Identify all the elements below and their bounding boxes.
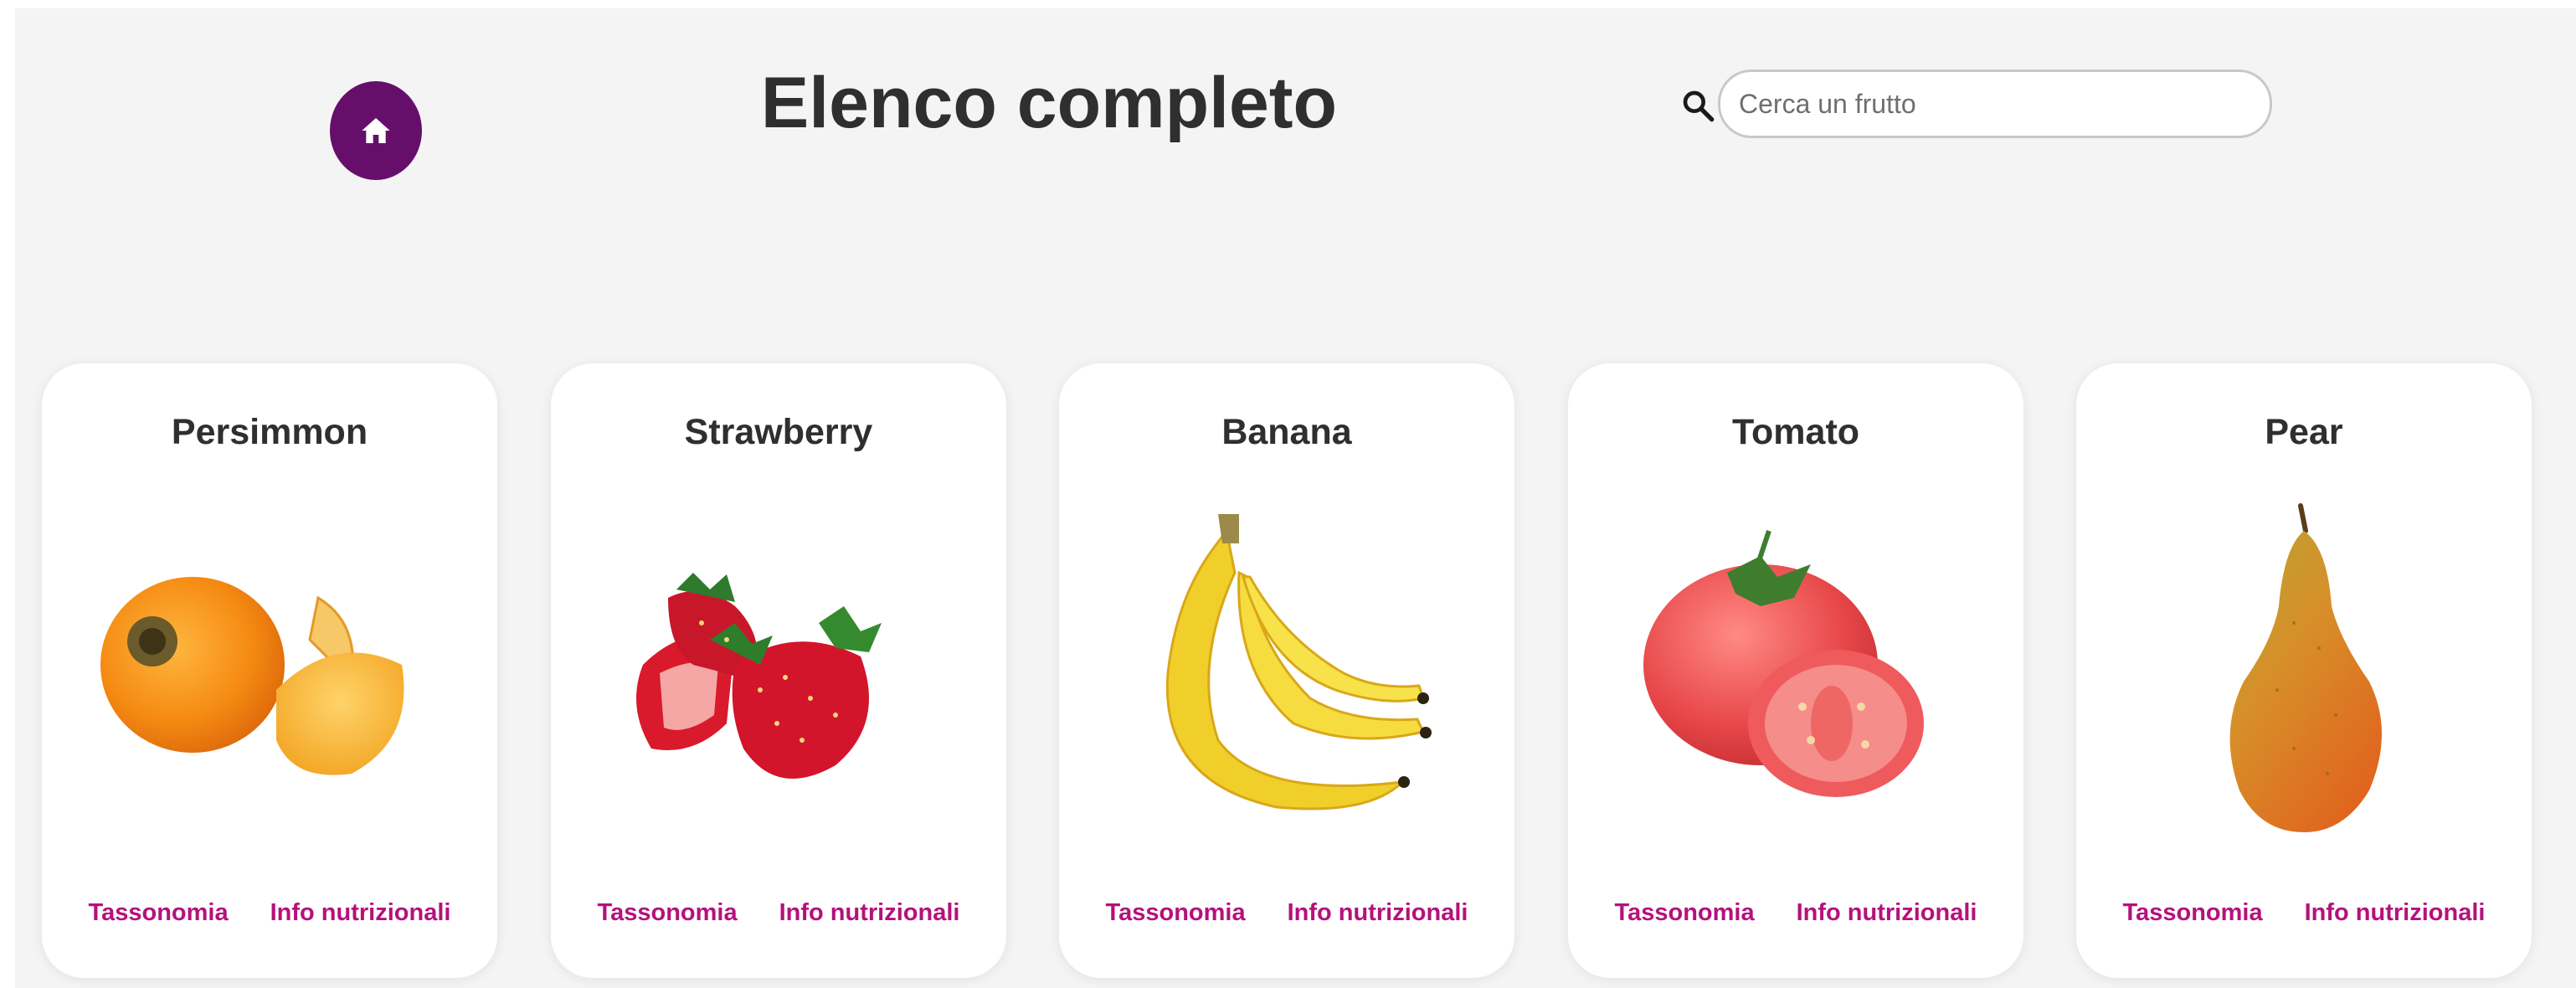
page-title: Elenco completo [760, 63, 1338, 143]
taxonomy-link[interactable]: Tassonomia [89, 899, 229, 927]
fruit-title: Pear [2265, 412, 2343, 452]
fruit-title: Banana [1221, 412, 1352, 452]
fruit-title: Tomato [1731, 412, 1860, 452]
taxonomy-link[interactable]: Tassonomia [598, 899, 738, 927]
fruit-card-persimmon: Persimmon Tassonomia Info nutrizionali [42, 363, 497, 978]
nutrition-link[interactable]: Info nutrizionali [270, 899, 451, 927]
home-icon [362, 118, 390, 143]
search-input[interactable] [1718, 69, 2272, 138]
nutrition-link[interactable]: Info nutrizionali [1797, 899, 1977, 927]
fruit-card-pear: Pear Tassonomia Info nutrizionali [2076, 363, 2532, 978]
nutrition-link[interactable]: Info nutrizionali [2305, 899, 2486, 927]
fruit-title: Persimmon [171, 412, 368, 452]
fruit-card-strawberry: Strawberry Tassonomia Info nutrizionali [551, 363, 1006, 978]
strawberry-image [593, 497, 964, 849]
search-icon[interactable] [1681, 89, 1715, 122]
pear-image [2118, 497, 2490, 849]
banana-image [1101, 497, 1473, 849]
taxonomy-link[interactable]: Tassonomia [1615, 899, 1755, 927]
nutrition-link[interactable]: Info nutrizionali [1288, 899, 1468, 927]
taxonomy-link[interactable]: Tassonomia [2123, 899, 2263, 927]
fruit-card-banana: Banana Tassonomia Info nutrizionali [1059, 363, 1514, 978]
fruit-title: Strawberry [684, 412, 873, 452]
home-button[interactable] [330, 81, 422, 180]
nutrition-link[interactable]: Info nutrizionali [779, 899, 960, 927]
persimmon-image [84, 497, 455, 849]
page-background: Elenco completo Persimmon [15, 8, 2576, 988]
tomato-image [1610, 497, 1982, 849]
fruit-card-tomato: Tomato Tassonomia Info nutrizionali [1568, 363, 2023, 978]
taxonomy-link[interactable]: Tassonomia [1106, 899, 1246, 927]
